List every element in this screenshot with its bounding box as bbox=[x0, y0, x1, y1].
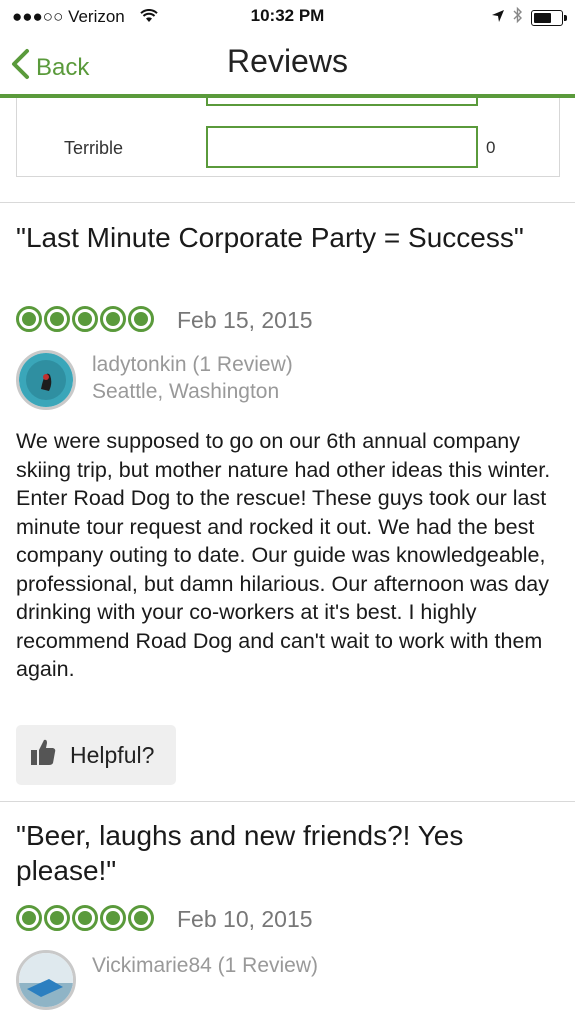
review-body: We were supposed to go on our 6th annual… bbox=[16, 429, 551, 681]
rating-bubble-icon bbox=[128, 905, 154, 931]
helpful-button[interactable]: Helpful? bbox=[16, 725, 176, 785]
rating-bubble-icon bbox=[72, 306, 98, 332]
nav-bar: Back Reviews bbox=[0, 34, 575, 94]
rating-bar-terrible[interactable] bbox=[206, 126, 478, 168]
thumbs-up-icon bbox=[30, 737, 56, 773]
reviewer-location: Seattle, Washington bbox=[92, 380, 280, 403]
rating-bubble-icon bbox=[44, 306, 70, 332]
rating-bubble-icon bbox=[100, 905, 126, 931]
divider bbox=[0, 801, 575, 802]
avatar[interactable] bbox=[16, 350, 76, 410]
review-date: Feb 10, 2015 bbox=[177, 906, 313, 932]
status-right bbox=[491, 6, 567, 29]
location-arrow-icon bbox=[491, 8, 505, 28]
rating-bubble-icon bbox=[128, 306, 154, 332]
rating-bubble-icon bbox=[44, 905, 70, 931]
rating-bubble-icon bbox=[16, 905, 42, 931]
rating-bubbles bbox=[16, 905, 154, 931]
reviewer-name[interactable]: ladytonkin (1 Review) bbox=[92, 351, 293, 378]
rating-label-terrible: Terrible bbox=[64, 138, 124, 158]
review-title[interactable]: "Beer, laughs and new friends?! Yes plea… bbox=[16, 818, 556, 888]
clock: 10:32 PM bbox=[250, 6, 325, 25]
rating-bubble-icon bbox=[100, 306, 126, 332]
status-bar: ●●●○○ Verizon 10:32 PM bbox=[0, 0, 575, 34]
review-date: Feb 15, 2015 bbox=[177, 307, 313, 333]
helpful-label: Helpful? bbox=[70, 741, 155, 768]
divider bbox=[0, 202, 575, 203]
page-title: Reviews bbox=[227, 43, 348, 79]
rating-count-terrible: 0 bbox=[486, 138, 496, 157]
avatar[interactable] bbox=[16, 950, 76, 1010]
review-title[interactable]: "Last Minute Corporate Party = Success" bbox=[16, 220, 556, 255]
bluetooth-icon bbox=[513, 6, 523, 29]
rating-bubble-icon bbox=[16, 306, 42, 332]
rating-bubbles bbox=[16, 306, 154, 332]
rating-bar-partial bbox=[206, 98, 478, 106]
reviewer-name[interactable]: Vickimarie84 (1 Review) bbox=[92, 952, 318, 979]
rating-bubble-icon bbox=[72, 905, 98, 931]
battery-icon bbox=[531, 9, 567, 26]
